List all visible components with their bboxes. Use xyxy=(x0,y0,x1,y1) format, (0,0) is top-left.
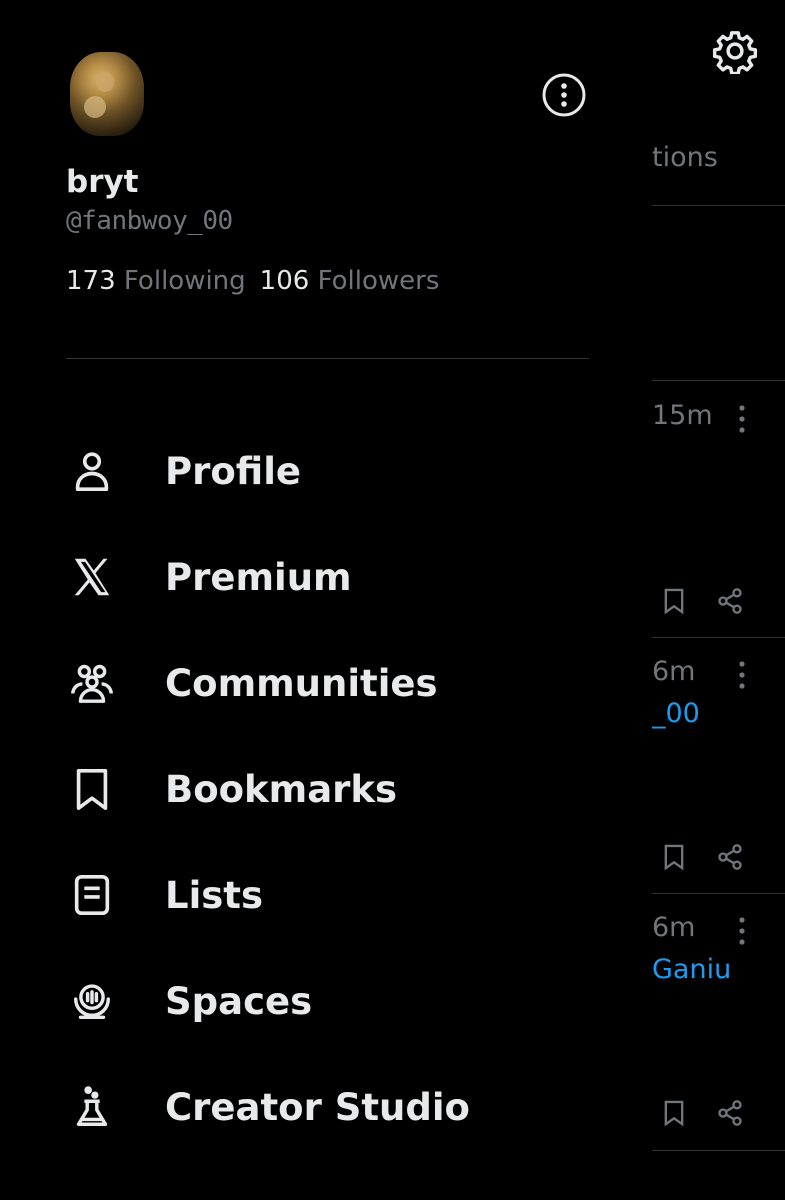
menu-item-communities[interactable]: Communities xyxy=(66,647,606,719)
post-more-icon[interactable] xyxy=(738,404,746,434)
person-icon xyxy=(66,445,118,497)
bookmark-icon xyxy=(66,763,118,815)
display-name[interactable]: bryt xyxy=(66,164,139,200)
list-icon xyxy=(66,869,118,921)
post-more-icon[interactable] xyxy=(738,916,746,946)
background-timeline: tions 15m 6m _00 6m Ganiu xyxy=(652,0,785,1200)
bookmark-icon[interactable] xyxy=(660,586,688,616)
followers-label: Followers xyxy=(317,266,440,296)
bookmark-icon[interactable] xyxy=(660,842,688,872)
avatar-child xyxy=(84,96,106,118)
more-options-icon[interactable] xyxy=(541,72,587,118)
post-divider xyxy=(652,1150,785,1151)
post-divider xyxy=(652,637,785,638)
menu-item-label: Spaces xyxy=(165,979,313,1023)
bookmark-icon[interactable] xyxy=(660,1098,688,1128)
menu-item-label: Communities xyxy=(165,661,438,705)
menu-item-premium[interactable]: Premium xyxy=(66,541,606,613)
menu-item-label: Bookmarks xyxy=(165,767,398,811)
tab-notifications-fragment[interactable]: tions xyxy=(652,142,718,173)
side-drawer: bryt @fanbwoy_00 173 Following 106 Follow… xyxy=(0,0,652,1200)
post-more-icon[interactable] xyxy=(738,660,746,690)
share-icon[interactable] xyxy=(716,586,744,616)
share-icon[interactable] xyxy=(716,842,744,872)
menu-item-label: Creator Studio xyxy=(165,1085,470,1129)
menu-item-creator-studio[interactable]: Creator Studio xyxy=(66,1071,606,1143)
mention-link[interactable]: Ganiu xyxy=(652,954,731,985)
following-link[interactable]: 173 Following xyxy=(66,266,246,296)
communities-icon xyxy=(66,657,118,709)
avatar[interactable] xyxy=(70,52,144,136)
menu-item-profile[interactable]: Profile xyxy=(66,435,606,507)
followers-count: 106 xyxy=(259,266,310,296)
share-icon[interactable] xyxy=(716,1098,744,1128)
flask-icon xyxy=(66,1081,118,1133)
post-timestamp: 15m xyxy=(652,400,713,431)
followers-link[interactable]: 106 Followers xyxy=(260,266,440,296)
avatar-face xyxy=(96,72,114,92)
menu-item-label: Premium xyxy=(165,555,352,599)
post-divider xyxy=(652,893,785,894)
mention-link[interactable]: _00 xyxy=(652,698,700,729)
menu-item-bookmarks[interactable]: Bookmarks xyxy=(66,753,606,825)
menu-item-label: Profile xyxy=(165,449,301,493)
post-timestamp: 6m xyxy=(652,912,696,943)
spaces-icon xyxy=(66,975,118,1027)
follow-stats: 173 Following 106 Followers xyxy=(66,266,439,296)
post-divider xyxy=(652,380,785,381)
following-count: 173 xyxy=(66,266,116,296)
menu-item-label: Lists xyxy=(165,873,263,917)
menu-item-lists[interactable]: Lists xyxy=(66,859,606,931)
user-handle: @fanbwoy_00 xyxy=(66,206,233,236)
settings-gear-icon[interactable] xyxy=(712,28,758,74)
tab-divider xyxy=(652,205,785,206)
drawer-divider xyxy=(66,358,589,359)
menu-item-spaces[interactable]: Spaces xyxy=(66,965,606,1037)
x-logo-icon xyxy=(66,551,118,603)
post-timestamp: 6m xyxy=(652,656,696,687)
following-label: Following xyxy=(123,266,246,296)
